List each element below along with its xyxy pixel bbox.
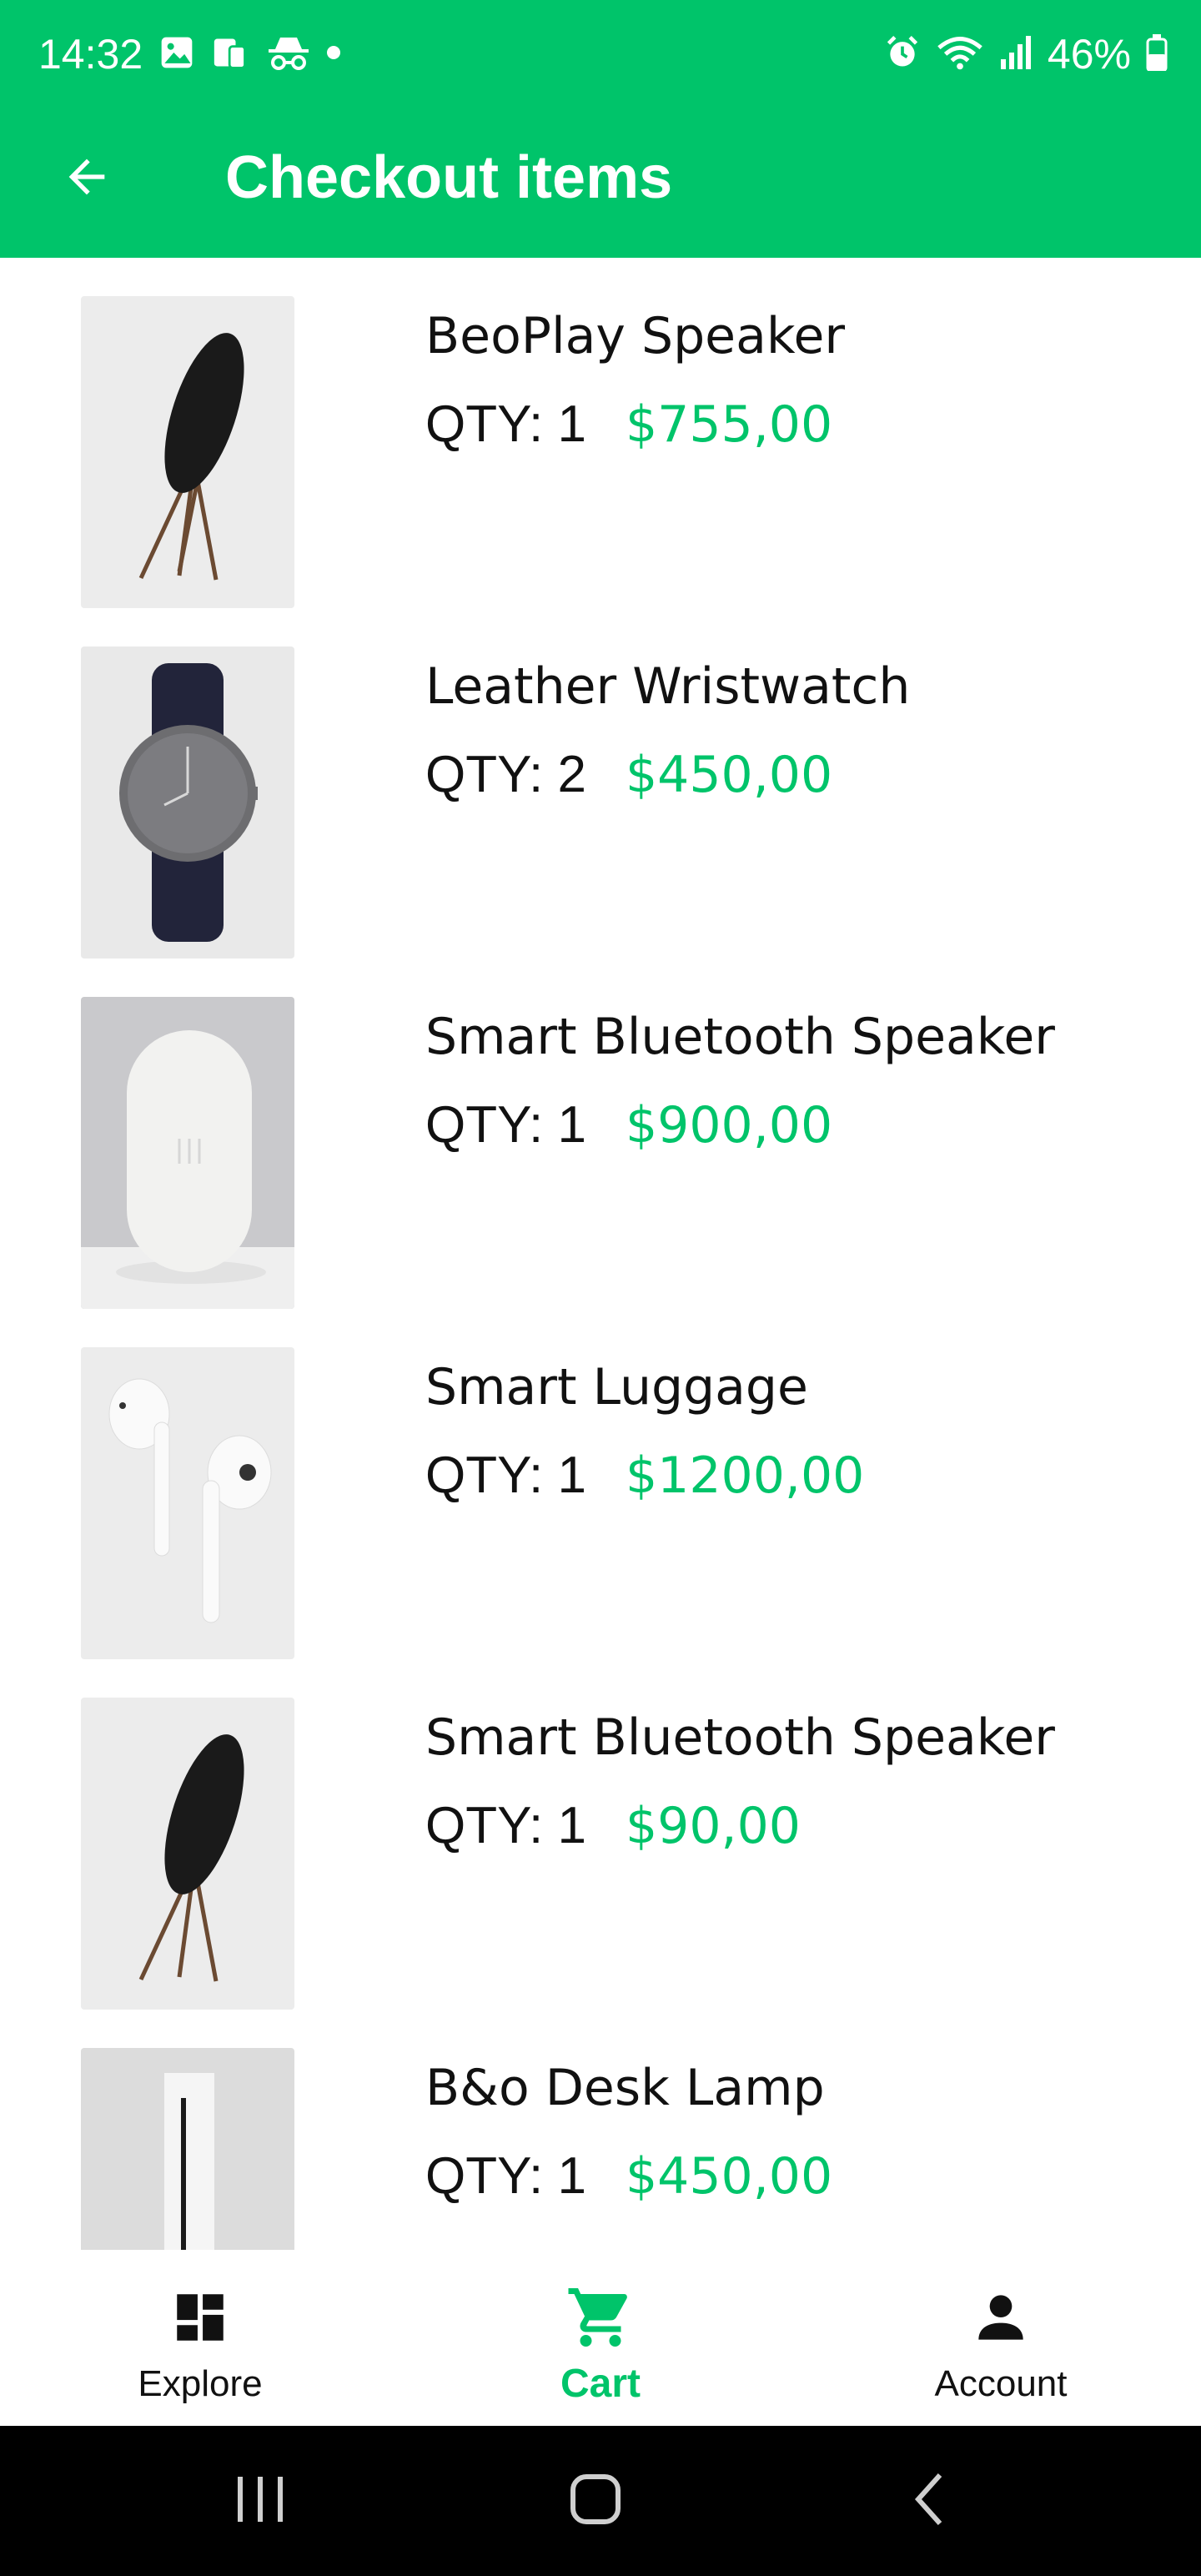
list-item[interactable]: BeoPlay Speaker QTY: 1 $755,00 [0,258,1201,608]
system-navigation-bar [0,2426,1201,2576]
back-button[interactable] [47,138,127,219]
nav-explore-label: Explore [138,2363,263,2404]
recents-icon [231,2470,289,2532]
arrow-back-icon [60,150,113,207]
status-bar: 14:32 46% [0,0,1201,107]
item-quantity: QTY: 1 [425,1096,586,1154]
battery-icon [1146,34,1168,74]
product-image [81,1698,294,2010]
nav-account[interactable]: Account [801,2250,1201,2426]
nav-cart-label: Cart [560,2362,641,2406]
home-icon [566,2470,625,2532]
nav-account-label: Account [934,2363,1068,2404]
item-quantity: QTY: 2 [425,746,586,803]
page-title: Checkout items [225,144,673,211]
item-price: $450,00 [626,2147,833,2206]
list-item[interactable]: B&o Desk Lamp QTY: 1 $450,00 [0,2010,1201,2250]
item-name: Smart Luggage [425,1358,808,1416]
item-name: B&o Desk Lamp [425,2059,825,2117]
battery-percent: 46% [1047,31,1131,78]
product-image [81,1347,294,1659]
product-image [81,997,294,1309]
product-image [81,2048,294,2250]
bottom-navigation: Explore Cart Account [0,2250,1201,2426]
incognito-icon [267,34,310,74]
item-name: BeoPlay Speaker [425,307,846,365]
dashboard-icon [169,2280,231,2355]
product-image [81,647,294,958]
item-price: $755,00 [626,395,833,454]
nav-explore[interactable]: Explore [0,2250,400,2426]
list-item[interactable]: Smart Bluetooth Speaker QTY: 1 $900,00 [0,958,1201,1309]
gallery-icon [158,34,195,74]
status-time: 14:32 [38,31,143,78]
app-bar: Checkout items [0,107,1201,258]
home-button[interactable] [537,2459,654,2543]
system-back-button[interactable] [872,2459,989,2543]
item-name: Smart Bluetooth Speaker [425,1008,1055,1066]
nav-cart[interactable]: Cart [400,2250,801,2426]
list-item[interactable]: Leather Wristwatch QTY: 2 $450,00 [0,608,1201,958]
wifi-icon [936,34,984,74]
item-name: Leather Wristwatch [425,657,911,716]
item-price: $1200,00 [626,1446,865,1505]
item-quantity: QTY: 1 [425,1797,586,1854]
item-name: Smart Bluetooth Speaker [425,1708,1055,1767]
recents-button[interactable] [202,2459,319,2543]
item-price: $450,00 [626,746,833,804]
item-price: $900,00 [626,1096,833,1155]
product-image [81,296,294,608]
item-quantity: QTY: 1 [425,395,586,453]
list-item[interactable]: Smart Luggage QTY: 1 $1200,00 [0,1309,1201,1659]
item-quantity: QTY: 1 [425,1446,586,1504]
alarm-icon [884,34,921,74]
signal-icon [999,34,1033,74]
shopping-cart-icon [565,2280,636,2355]
item-price: $90,00 [626,1797,801,1855]
top-bar-background: 14:32 46% Checkout items [0,0,1201,258]
item-quantity: QTY: 1 [425,2147,586,2205]
checkout-item-list[interactable]: BeoPlay Speaker QTY: 1 $755,00 Leather W… [0,258,1201,2250]
devices-icon [210,34,252,74]
dot-icon [325,44,342,64]
notification-icons [158,32,342,77]
system-indicators: 46% [884,25,1168,83]
list-item[interactable]: Smart Bluetooth Speaker QTY: 1 $90,00 [0,1659,1201,2010]
chevron-left-icon [902,2470,960,2532]
person-icon [967,2280,1034,2355]
